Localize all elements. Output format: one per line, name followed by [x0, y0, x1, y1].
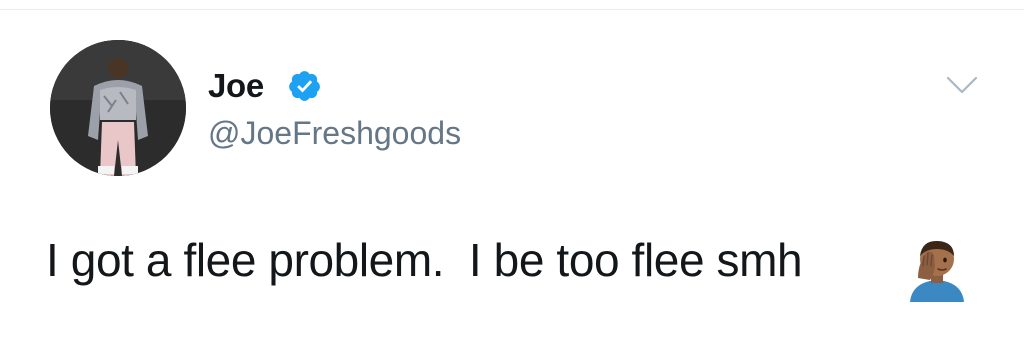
avatar[interactable] [50, 40, 186, 176]
verified-badge-icon [289, 71, 320, 101]
author-handle[interactable]: @JoeFreshgoods [208, 113, 461, 153]
author-display-name[interactable]: Joe [208, 66, 264, 106]
tweet-text: I got a flee problem. I be too flee smh [46, 234, 803, 286]
avatar-photo [50, 40, 186, 176]
chevron-down-icon[interactable] [944, 72, 980, 98]
face-palm-emoji-icon [910, 240, 964, 302]
tweet-card: Joe @JoeFreshgoods I got a flee problem.… [0, 10, 1024, 341]
